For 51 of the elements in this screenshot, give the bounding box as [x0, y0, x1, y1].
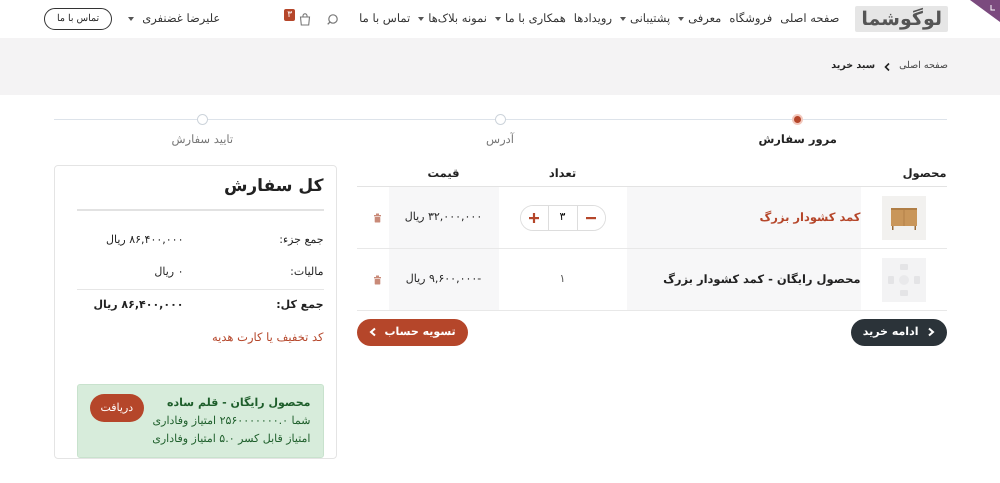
nav-link[interactable]: معرفی: [678, 10, 722, 28]
product-link[interactable]: کمد کشودار بزرگ: [760, 208, 860, 226]
price-text: -۹,۶۰۰,۰۰۰ ریال: [406, 271, 482, 288]
reward-title: محصول رایگان - قلم ساده: [166, 395, 310, 411]
shopping-bag-icon[interactable]: [299, 12, 312, 26]
reward-text: شما ۲۵۶۰۰۰۰۰۰۰.۰ امتیاز وفاداری: [152, 413, 310, 429]
corner-ribbon-icon[interactable]: [970, 0, 1000, 22]
summary-label: جمع جزء:: [278, 232, 324, 248]
chevron-icon: [368, 327, 376, 338]
logo[interactable]: لوگوشما: [855, 6, 948, 32]
plus-icon: [529, 212, 539, 222]
nav-link[interactable]: رویدادها: [574, 10, 612, 28]
search-icon[interactable]: [327, 13, 340, 25]
step-label: تایید سفارش: [172, 131, 234, 148]
quantity-stepper[interactable]: ۳: [520, 204, 606, 230]
reward-text: امتیاز قابل کسر ۵.۰ امتیاز وفاداری: [152, 431, 310, 447]
product-name: محصول رایگان - کمد کشودار بزرگ: [663, 270, 860, 288]
coupon-link[interactable]: کد تخفیف یا کارت هدیه: [212, 330, 324, 344]
chevron-icon: [883, 62, 892, 72]
card-title: کل سفارش: [76, 174, 324, 210]
step-label: آدرس: [486, 131, 514, 148]
step-label: مرور سفارش: [758, 131, 837, 148]
trash-icon[interactable]: [373, 212, 382, 222]
column-header: تعداد: [548, 166, 576, 180]
nav-link[interactable]: پشتیبانی: [620, 10, 670, 28]
continue-shopping-button[interactable]: ادامه خرید: [850, 319, 946, 346]
cart-count: ۳: [284, 9, 296, 21]
nav-link[interactable]: تماس با ما: [359, 10, 410, 28]
caret-icon: [128, 17, 134, 21]
nav-link[interactable]: صفحه اصلی: [780, 10, 840, 28]
price-text: ۳۲,۰۰۰,۰۰۰ ریال: [404, 209, 482, 226]
summary-value: ۸۶,۴۰۰,۰۰۰ ریال: [93, 296, 184, 313]
claim-button[interactable]: دریافت: [90, 394, 144, 422]
quantity-field[interactable]: ۳: [548, 206, 578, 230]
summary-label: مالیات:: [289, 264, 324, 280]
column-header: محصول: [902, 166, 946, 180]
breadcrumb-link[interactable]: صفحه اصلی: [899, 59, 948, 74]
contact-button[interactable]: تماس با ما: [44, 8, 112, 30]
quantity-text: ۱: [560, 271, 566, 288]
chevron-icon: [926, 327, 934, 338]
user-menu[interactable]: علیرضا غضنفری: [128, 10, 220, 28]
column-header: قیمت: [427, 166, 460, 180]
summary-value: ۸۶,۴۰۰,۰۰۰ ریال: [106, 232, 184, 248]
summary-label: جمع کل:: [275, 296, 324, 313]
summary-value: ۰ ریال: [154, 264, 184, 280]
trash-icon[interactable]: [373, 274, 382, 284]
nav-link[interactable]: فروشگاه: [729, 10, 772, 28]
checkout-button[interactable]: تسویه حساب: [356, 319, 468, 346]
nav-link[interactable]: نمونه بلاک‌ها: [418, 10, 487, 28]
nav-link[interactable]: همکاری با ما: [494, 10, 566, 28]
breadcrumb-current: سبد خرید: [831, 59, 876, 74]
